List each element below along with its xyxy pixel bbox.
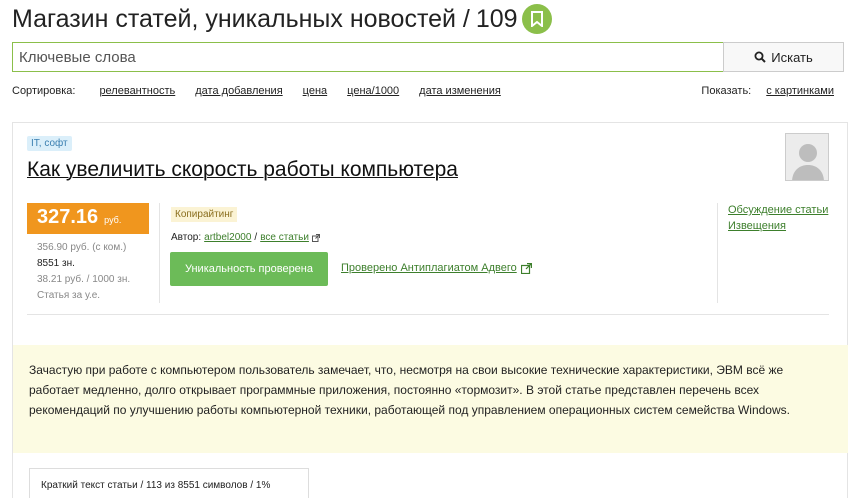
show-with-images[interactable]: с картинками [766, 85, 834, 97]
sort-relevance[interactable]: релевантность [99, 85, 175, 97]
show-filter: Показать: с картинками [701, 85, 834, 97]
uniqueness-verified-button[interactable]: Уникальность проверена [170, 252, 328, 286]
search-button[interactable]: Искать [723, 42, 844, 72]
price-with-commission: 356.90 руб. (с ком.) [37, 242, 127, 253]
notices-link[interactable]: Извещения [728, 218, 828, 234]
avatar [785, 133, 829, 181]
antiplagiat-link-label: Проверено Антиплагиатом Адвего [341, 262, 517, 274]
divider [159, 203, 160, 303]
sort-label: Сортировка: [12, 85, 76, 97]
price-type: Статья за у.е. [37, 290, 101, 301]
sort-date-modified[interactable]: дата изменения [419, 85, 501, 97]
type-badge: Копирайтинг [171, 207, 238, 222]
show-label: Показать: [701, 85, 752, 97]
sort-date-added[interactable]: дата добавления [195, 85, 282, 97]
price-details: 356.90 руб. (с ком.) 8551 зн. 38.21 руб.… [37, 240, 130, 304]
author-link[interactable]: artbel2000 [204, 232, 251, 243]
divider [717, 203, 718, 303]
author-line: Автор: artbel2000 / все статьи [171, 232, 320, 243]
antiplagiat-link[interactable]: Проверено Антиплагиатом Адвего [341, 262, 532, 274]
category-tag[interactable]: IT, софт [27, 136, 72, 151]
article-card: IT, софт Как увеличить скорость работы к… [12, 122, 848, 498]
price-box: 327.16 руб. [27, 203, 149, 234]
sort-bar: Сортировка: релевантность дата добавлени… [12, 85, 834, 97]
article-count: 109 [475, 4, 518, 33]
search-bar: Искать [12, 42, 844, 72]
search-input[interactable] [12, 42, 723, 72]
author-label: Автор: [171, 232, 202, 243]
divider [27, 314, 829, 315]
price-per-1000: 38.21 руб. / 1000 зн. [37, 274, 131, 285]
sort-price[interactable]: цена [303, 85, 328, 97]
author-separator: / [254, 232, 258, 243]
page-title: Магазин статей, уникальных новостей / 10… [12, 4, 552, 34]
all-articles-link[interactable]: все статьи [260, 232, 309, 243]
article-title[interactable]: Как увеличить скорость работы компьютера [27, 158, 458, 182]
sort-price-per-1000[interactable]: цена/1000 [347, 85, 399, 97]
user-placeholder-icon [786, 134, 828, 180]
price-unit: руб. [104, 215, 122, 225]
article-description: Зачастую при работе с компьютером пользо… [13, 345, 848, 453]
tab-short-text[interactable]: Краткий текст статьи / 113 из 8551 симво… [29, 468, 309, 498]
article-actions: Обсуждение статьи Извещения [728, 202, 828, 234]
char-count: 8551 зн. [37, 258, 75, 269]
search-button-label: Искать [771, 49, 813, 65]
external-link-icon [520, 262, 532, 274]
search-icon [754, 51, 766, 63]
price-value: 327.16 [37, 206, 99, 228]
page-title-text: Магазин статей, уникальных новостей / [12, 4, 470, 33]
bookmark-icon[interactable] [521, 4, 552, 34]
external-link-icon [311, 233, 320, 242]
discussion-link[interactable]: Обсуждение статьи [728, 202, 828, 218]
